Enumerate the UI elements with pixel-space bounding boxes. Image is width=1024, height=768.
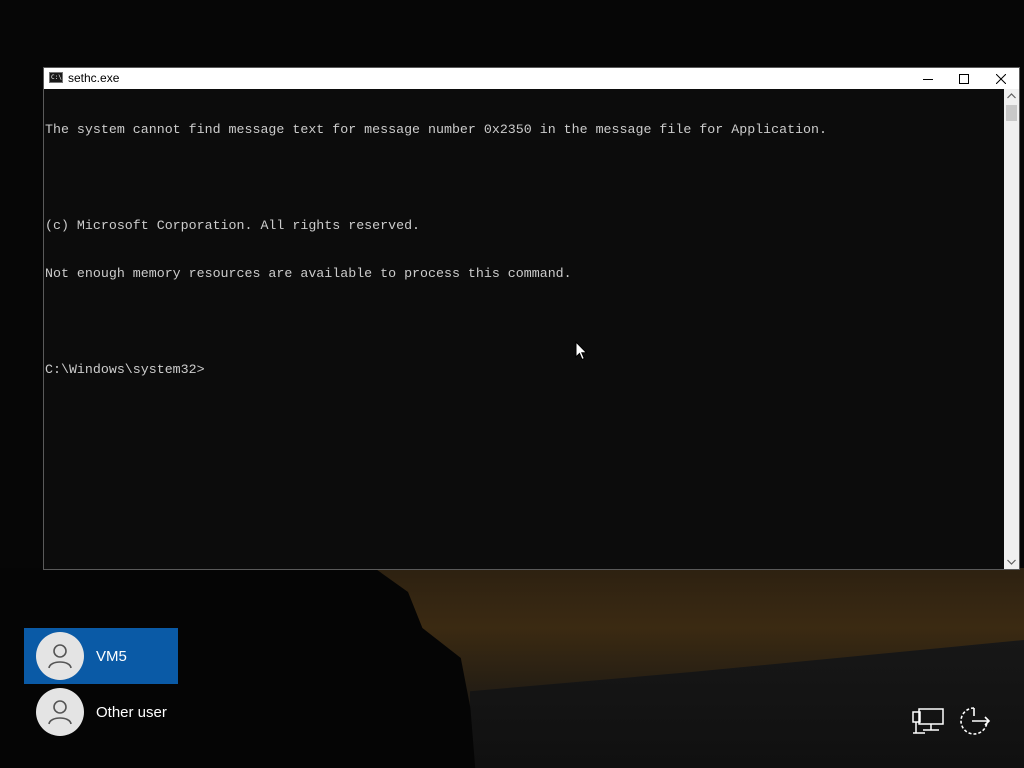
chevron-down-icon xyxy=(1007,559,1016,565)
lock-screen: C:\ sethc.exe The system cannot find mes… xyxy=(0,0,1024,768)
scroll-down-button[interactable] xyxy=(1004,555,1019,569)
user-name: VM5 xyxy=(96,647,127,665)
user-tile-vm5[interactable]: VM5 xyxy=(24,628,178,684)
chevron-up-icon xyxy=(1007,93,1016,99)
console-output[interactable]: The system cannot find message text for … xyxy=(45,90,1003,410)
vertical-scrollbar[interactable] xyxy=(1004,89,1019,569)
user-tile-other-user[interactable]: Other user xyxy=(24,684,178,740)
console-line: (c) Microsoft Corporation. All rights re… xyxy=(45,218,421,233)
mouse-cursor-icon xyxy=(575,341,588,361)
scroll-thumb[interactable] xyxy=(1006,105,1017,121)
user-avatar-icon xyxy=(36,632,84,680)
network-icon[interactable] xyxy=(911,706,945,736)
title-bar[interactable]: C:\ sethc.exe xyxy=(44,68,1019,89)
power-icon[interactable] xyxy=(958,704,994,738)
minimize-button[interactable] xyxy=(910,68,946,89)
maximize-icon xyxy=(959,73,969,84)
user-avatar-icon xyxy=(36,688,84,736)
minimize-icon xyxy=(923,78,933,80)
console-line: Not enough memory resources are availabl… xyxy=(45,266,572,281)
close-icon xyxy=(996,73,1006,84)
user-name: Other user xyxy=(96,703,167,721)
scroll-up-button[interactable] xyxy=(1004,89,1019,103)
maximize-button[interactable] xyxy=(946,68,982,89)
console-window[interactable]: C:\ sethc.exe The system cannot find mes… xyxy=(43,67,1020,570)
console-line: The system cannot find message text for … xyxy=(45,122,827,137)
window-title: sethc.exe xyxy=(68,71,120,85)
cmd-icon: C:\ xyxy=(49,72,63,83)
command-prompt[interactable]: C:\Windows\system32> xyxy=(45,362,1003,378)
close-button[interactable] xyxy=(983,68,1019,89)
